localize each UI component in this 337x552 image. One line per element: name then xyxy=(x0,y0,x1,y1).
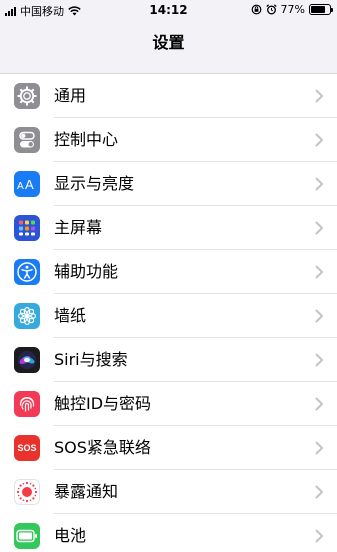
settings-row-label: SOS紧急联络 xyxy=(54,438,151,457)
alarm-icon xyxy=(265,4,277,15)
chevron-right-icon xyxy=(315,89,323,103)
page-title: 设置 xyxy=(152,33,185,52)
settings-row-display[interactable]: A A 显示与亮度 xyxy=(0,162,337,206)
sos-icon: SOS xyxy=(14,435,40,461)
battery-fill xyxy=(311,6,325,13)
settings-row-label: 辅助功能 xyxy=(54,262,119,281)
siri-icon xyxy=(14,347,40,373)
settings-row-label: 暴露通知 xyxy=(54,482,119,501)
exposure-notification-icon xyxy=(14,479,40,505)
settings-row-battery[interactable]: 电池 xyxy=(0,514,337,552)
sos-icon-text: SOS xyxy=(17,443,37,453)
chevron-right-icon xyxy=(315,309,323,323)
battery-percent: 77% xyxy=(280,3,305,16)
settings-row-exposure[interactable]: 暴露通知 xyxy=(0,470,337,514)
chevron-right-icon xyxy=(315,485,323,499)
settings-row-label: 墙纸 xyxy=(54,306,87,325)
settings-row-label: 触控ID与密码 xyxy=(54,394,152,413)
chevron-right-icon xyxy=(315,353,323,367)
chevron-right-icon xyxy=(315,265,323,279)
fingerprint-icon xyxy=(14,391,40,417)
settings-row-home-screen[interactable]: 主屏幕 xyxy=(0,206,337,250)
settings-row-wallpaper[interactable]: 墙纸 xyxy=(0,294,337,338)
battery-status-icon xyxy=(309,4,333,15)
settings-row-accessibility[interactable]: 辅助功能 xyxy=(0,250,337,294)
settings-row-sos[interactable]: SOS SOS紧急联络 xyxy=(0,426,337,470)
chevron-right-icon xyxy=(315,221,323,235)
settings-row-label: 控制中心 xyxy=(54,130,119,149)
settings-row-general[interactable]: 通用 xyxy=(0,74,337,118)
svg-text:A: A xyxy=(25,177,34,192)
settings-row-label: 显示与亮度 xyxy=(54,174,135,193)
toggles-icon xyxy=(14,127,40,153)
svg-text:A: A xyxy=(17,181,24,192)
settings-list: 通用 控制中心 A A 显示与亮度 主屏幕 辅助功能 墙纸 Siri与搜索 触控… xyxy=(0,73,337,552)
app-grid-icon xyxy=(14,215,40,241)
chevron-right-icon xyxy=(315,133,323,147)
chevron-right-icon xyxy=(315,177,323,191)
settings-row-label: 电池 xyxy=(54,526,87,545)
text-size-icon: A A xyxy=(14,171,40,197)
accessibility-icon xyxy=(14,259,40,285)
settings-row-label: 主屏幕 xyxy=(54,218,103,237)
status-right: 77% xyxy=(251,3,333,16)
flower-icon xyxy=(14,303,40,329)
chevron-right-icon xyxy=(315,397,323,411)
lock-rotation-icon xyxy=(251,4,261,15)
status-bar: 中国移动 14:12 77% xyxy=(0,0,337,20)
settings-row-label: 通用 xyxy=(54,86,87,105)
settings-row-touch-id[interactable]: 触控ID与密码 xyxy=(0,382,337,426)
chevron-right-icon xyxy=(315,441,323,455)
chevron-right-icon xyxy=(315,529,323,543)
gear-icon xyxy=(14,83,40,109)
settings-row-label: Siri与搜索 xyxy=(54,350,128,369)
battery-icon xyxy=(14,523,40,549)
settings-row-siri[interactable]: Siri与搜索 xyxy=(0,338,337,382)
settings-row-control-center[interactable]: 控制中心 xyxy=(0,118,337,162)
